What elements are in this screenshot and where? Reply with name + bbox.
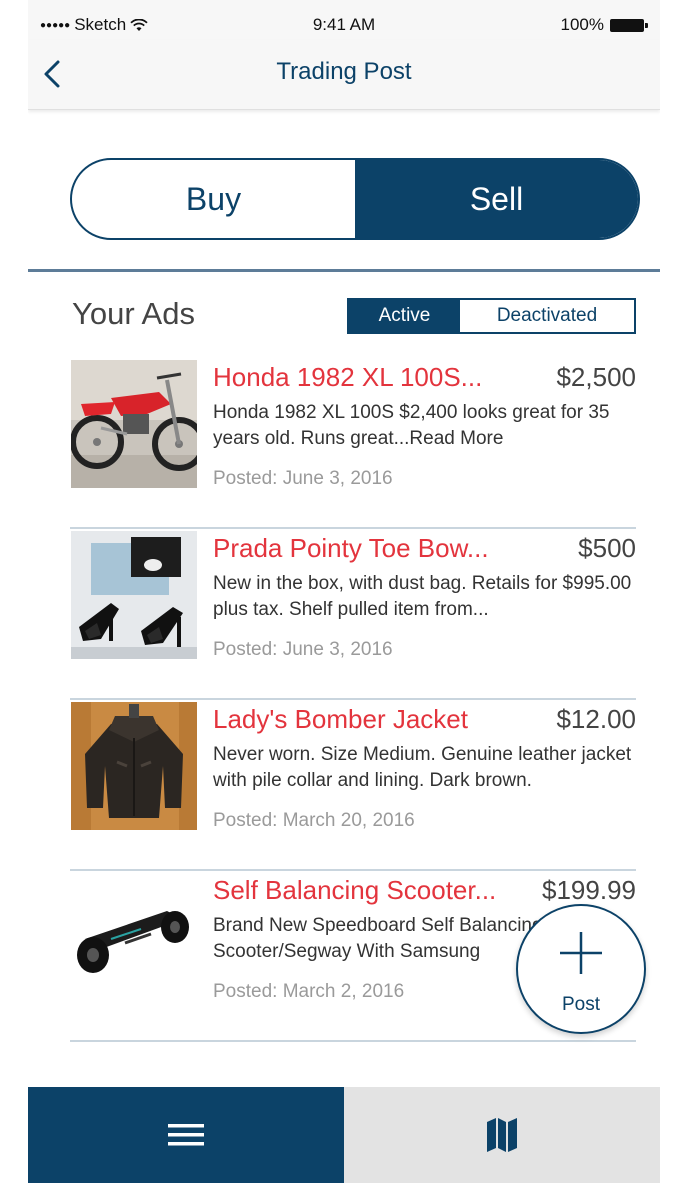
ad-posted-date: Posted: June 3, 2016 [213,468,393,489]
ad-price: $500 [578,533,636,563]
list-item[interactable]: Honda 1982 XL 100S... $2,500 Honda 1982 … [70,358,636,529]
phone-screen: ●●●●● Sketch 9:41 AM 100% Trading Post B… [28,0,660,1183]
filter-active[interactable]: Active [349,300,460,332]
jacket-photo [71,702,197,830]
ad-price: $12.00 [556,704,636,734]
shoes-photo [71,531,197,659]
post-label: Post [561,994,601,1015]
scooter-photo [71,873,197,1001]
status-right: 100% [560,15,648,35]
ad-title[interactable]: Lady's Bomber Jacket [213,704,468,735]
status-bar: ●●●●● Sketch 9:41 AM 100% [28,0,660,40]
buy-sell-segmented-control: Buy Sell [70,158,640,240]
list-item[interactable]: Prada Pointy Toe Bow... $500 New in the … [70,529,636,700]
segment-sell[interactable]: Sell [355,160,638,238]
battery-icon [610,18,648,32]
ad-posted-date: Posted: June 3, 2016 [213,639,393,660]
ad-price: $2,500 [556,362,636,392]
ads-status-toggle: Active Deactivated [347,298,636,334]
menu-icon [168,1124,204,1146]
nav-bar: Trading Post [28,40,660,110]
page-title: Trading Post [276,58,412,85]
plus-icon [560,932,602,974]
section-divider [28,269,660,272]
ad-description: Honda 1982 XL 100S $2,400 looks great fo… [213,402,610,449]
motorcycle-photo [71,360,197,488]
ad-title[interactable]: Honda 1982 XL 100S... [213,362,482,393]
ad-posted-date: Posted: March 2, 2016 [213,981,405,1002]
tab-bar [28,1087,660,1183]
battery-percent: 100% [560,15,604,34]
ad-title[interactable]: Self Balancing Scooter... [213,875,496,906]
ad-description: New in the box, with dust bag. Retails f… [213,573,632,620]
ad-posted-date: Posted: March 20, 2016 [213,810,415,831]
list-item[interactable]: Lady's Bomber Jacket $12.00 Never worn. … [70,700,636,871]
section-title: Your Ads [72,296,195,331]
ad-title[interactable]: Prada Pointy Toe Bow... [213,533,489,564]
tab-menu[interactable] [28,1087,344,1183]
filter-deactivated[interactable]: Deactivated [460,300,634,332]
tab-map[interactable] [344,1087,660,1183]
map-icon [487,1118,517,1152]
segment-buy[interactable]: Buy [72,160,355,238]
ad-description: Never worn. Size Medium. Genuine leather… [213,744,632,791]
ad-price: $199.99 [542,875,636,905]
post-button[interactable]: Post [516,904,646,1034]
